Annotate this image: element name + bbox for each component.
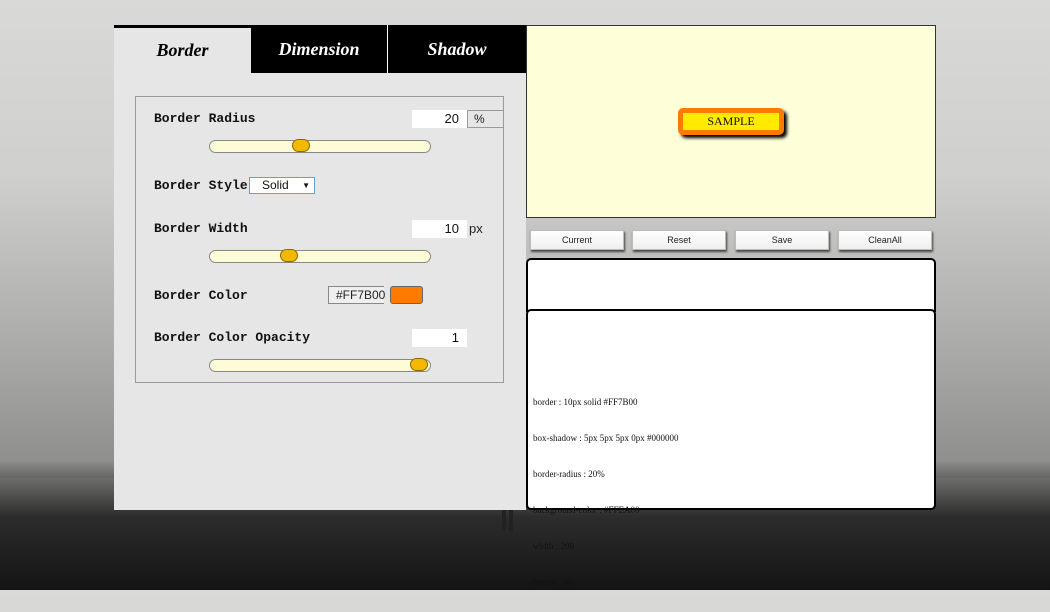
settings-panel: Border Dimension Shadow Border Radius 20…: [114, 25, 526, 510]
current-button[interactable]: Current: [530, 230, 624, 250]
border-style-label: Border Style: [154, 178, 248, 193]
border-color-swatch[interactable]: [390, 286, 423, 304]
border-settings-box: Border Radius 20 % Border Style Solid ▼ …: [135, 96, 504, 383]
border-width-label: Border Width: [154, 221, 248, 236]
saved-styles-box: [526, 258, 936, 312]
tab-border[interactable]: Border: [114, 25, 251, 73]
border-style-select[interactable]: Solid ▼: [249, 177, 315, 194]
border-width-slider[interactable]: [209, 249, 431, 263]
save-button[interactable]: Save: [735, 230, 829, 250]
border-radius-label: Border Radius: [154, 111, 256, 126]
css-line: width : 200: [533, 541, 575, 551]
border-opacity-input[interactable]: 1: [412, 329, 467, 347]
border-color-label: Border Color: [154, 288, 248, 303]
css-line: background-color : #FFEA00: [533, 505, 640, 515]
border-opacity-slider-thumb[interactable]: [410, 358, 428, 371]
border-radius-slider-thumb[interactable]: [292, 139, 310, 152]
border-style-selected: Solid: [262, 178, 289, 192]
reset-button[interactable]: Reset: [632, 230, 726, 250]
border-opacity-label: Border Color Opacity: [154, 330, 311, 345]
tab-shadow[interactable]: Shadow: [388, 25, 526, 73]
border-radius-unit-select[interactable]: %: [467, 110, 504, 128]
css-line: border-radius : 20%: [533, 469, 605, 479]
border-radius-input[interactable]: 20: [412, 110, 467, 128]
tab-dimension[interactable]: Dimension: [251, 25, 388, 73]
css-output-box: border : 10px solid #FF7B00 box-shadow :…: [526, 309, 936, 587]
border-width-input[interactable]: 10: [412, 220, 467, 238]
css-code-lines: border : 10px solid #FF7B00 box-shadow :…: [533, 372, 679, 612]
css-line: box-shadow : 5px 5px 5px 0px #000000: [533, 433, 679, 443]
cleanall-button[interactable]: CleanAll: [838, 230, 932, 250]
border-opacity-slider[interactable]: [209, 358, 431, 372]
border-width-unit: px: [469, 221, 483, 236]
border-radius-slider[interactable]: [209, 139, 431, 153]
preview-area: SAMPLE: [526, 25, 936, 218]
dropdown-arrow-icon: ▼: [302, 181, 310, 190]
css-line: border : 10px solid #FF7B00: [533, 397, 638, 407]
border-color-hex-field[interactable]: #FF7B00: [328, 286, 385, 304]
css-line: height : 50: [533, 577, 572, 587]
border-width-slider-thumb[interactable]: [280, 249, 298, 262]
tab-bar: Border Dimension Shadow: [114, 25, 526, 73]
background-figure: [502, 507, 506, 531]
sample-preview-box: SAMPLE: [678, 108, 784, 135]
